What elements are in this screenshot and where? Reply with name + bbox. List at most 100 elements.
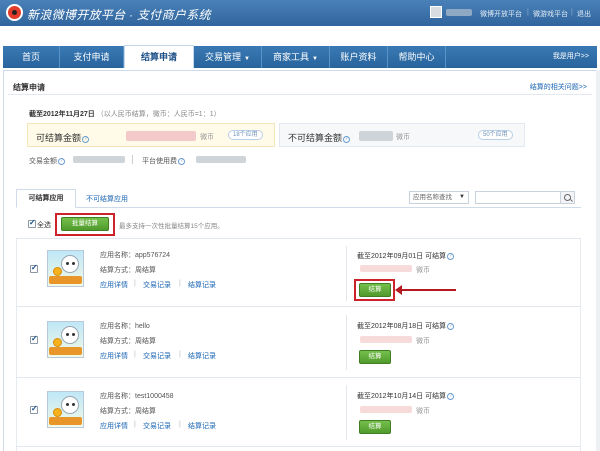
nav-item-merchant-tools[interactable]: 商家工具 ▼ bbox=[262, 46, 330, 68]
unsettleable-unit: 微币 bbox=[396, 134, 410, 141]
app-detail-link[interactable]: 应用详情 bbox=[100, 351, 128, 361]
settle-date: 截至2012年09月01日 可结算? bbox=[357, 251, 455, 261]
app-title: 新浪微博开放平台 · 支付商户系统 bbox=[27, 8, 211, 22]
help-icon[interactable]: ? bbox=[447, 253, 455, 260]
currency-note: （以人民币结算，微币：人民币=1：1） bbox=[96, 111, 221, 118]
link-weibo-open-platform[interactable]: 微博开放平台 bbox=[480, 9, 522, 19]
link-separator: | bbox=[179, 280, 181, 287]
unsettleable-amount-box: 不可结算金额? 微币 50个应用 bbox=[279, 123, 525, 147]
unsettleable-app-count-badge[interactable]: 50个应用 bbox=[478, 130, 513, 140]
scrollbar[interactable] bbox=[596, 70, 600, 451]
settle-button[interactable]: 结算 bbox=[359, 420, 391, 434]
annotation-arrow-icon bbox=[395, 285, 456, 295]
help-icon[interactable]: ? bbox=[447, 323, 455, 330]
tab-unsettleable-apps[interactable]: 不可结算应用 bbox=[86, 194, 128, 204]
nav-item-label: 结算申请 bbox=[140, 52, 177, 62]
help-icon[interactable]: ? bbox=[343, 136, 351, 143]
trade-records-link[interactable]: 交易记录 bbox=[143, 280, 171, 290]
settleable-amount-box: 可结算金额? 微币 18个应用 bbox=[27, 123, 275, 147]
settle-button[interactable]: 结算 bbox=[359, 350, 391, 364]
nav-item-label: 交易管理 bbox=[205, 52, 242, 62]
nav-item-home[interactable]: 首页 bbox=[3, 46, 60, 68]
column-divider bbox=[346, 246, 347, 301]
platform-fee-redacted bbox=[196, 156, 246, 163]
row-divider bbox=[16, 446, 581, 447]
app-thumbnail-icon[interactable] bbox=[47, 321, 84, 358]
app-name: 应用名称：app576724 bbox=[100, 252, 171, 259]
user-avatar[interactable] bbox=[430, 6, 442, 18]
link-separator: | bbox=[134, 351, 136, 358]
select-all-label: 全选 bbox=[37, 222, 51, 229]
app-row-checkbox[interactable] bbox=[30, 263, 38, 273]
top-bar: 新浪微博开放平台 · 支付商户系统 微博开放平台 | 微游戏平台 | 退出 bbox=[0, 0, 600, 26]
nav-user-link[interactable]: 我是用户>> bbox=[553, 46, 589, 68]
help-icon[interactable]: ? bbox=[447, 393, 455, 400]
nav-item-settlement-apply[interactable]: 结算申请 bbox=[124, 45, 194, 68]
nav-item-label: 首页 bbox=[21, 52, 40, 62]
link-separator: | bbox=[179, 351, 181, 358]
settle-unit: 微币 bbox=[416, 267, 430, 274]
settleable-label: 可结算金额? bbox=[36, 131, 90, 144]
column-divider bbox=[346, 315, 347, 370]
row-divider bbox=[16, 238, 581, 239]
app-thumbnail-icon[interactable] bbox=[47, 391, 84, 428]
settle-unit: 微币 bbox=[416, 408, 430, 415]
trade-amount-label: 交易金额? bbox=[29, 156, 65, 166]
link-separator: | bbox=[179, 421, 181, 428]
platform-fee-label: 平台使用费? bbox=[142, 156, 185, 166]
settle-mode: 结算方式：周结算 bbox=[100, 338, 156, 345]
unsettleable-label: 不可结算金额? bbox=[288, 131, 351, 144]
fee-separator bbox=[132, 155, 133, 164]
main-nav: 首页 支付申请 结算申请 交易管理 ▼ 商家工具 ▼ 账户资料 帮助中心 我是用户>… bbox=[3, 45, 597, 68]
settle-amount-redacted bbox=[360, 406, 412, 413]
settle-records-link[interactable]: 结算记录 bbox=[188, 280, 216, 290]
trade-amount-redacted bbox=[73, 156, 125, 163]
help-icon[interactable]: ? bbox=[178, 158, 185, 165]
chevron-down-icon: ▼ bbox=[459, 194, 465, 200]
app-row-checkbox[interactable] bbox=[30, 404, 38, 414]
select-all-checkbox[interactable] bbox=[28, 218, 36, 228]
chevron-down-icon: ▼ bbox=[244, 56, 250, 62]
help-icon[interactable]: ? bbox=[82, 136, 90, 143]
nav-item-label: 账户资料 bbox=[340, 52, 377, 62]
nav-item-account-info[interactable]: 账户资料 bbox=[330, 46, 388, 68]
settleable-unit: 微币 bbox=[200, 134, 214, 141]
app-thumbnail-icon[interactable] bbox=[47, 250, 84, 287]
username-redacted bbox=[446, 9, 472, 16]
settle-date: 截至2012年10月14日 可结算? bbox=[357, 391, 455, 401]
nav-item-label: 商家工具 bbox=[273, 52, 310, 62]
settle-button[interactable]: 结算 bbox=[359, 283, 391, 297]
trade-records-link[interactable]: 交易记录 bbox=[143, 351, 171, 361]
settle-records-link[interactable]: 结算记录 bbox=[188, 421, 216, 431]
link-separator: | bbox=[134, 280, 136, 287]
settle-unit: 微币 bbox=[416, 338, 430, 345]
row-divider bbox=[16, 306, 581, 307]
search-icon[interactable] bbox=[561, 191, 575, 204]
link-game-platform[interactable]: 微游戏平台 bbox=[533, 9, 568, 19]
search-field-select[interactable]: 应用名称查找 ▼ bbox=[409, 191, 469, 204]
nav-item-label: 帮助中心 bbox=[398, 52, 435, 62]
app-name: 应用名称：test1000458 bbox=[100, 393, 174, 400]
search-input[interactable] bbox=[475, 191, 561, 204]
settleable-app-count-badge[interactable]: 18个应用 bbox=[228, 130, 263, 140]
tab-settleable-apps[interactable]: 可结算应用 bbox=[16, 189, 76, 208]
column-divider bbox=[346, 385, 347, 440]
nav-item-trade-management[interactable]: 交易管理 ▼ bbox=[194, 46, 262, 68]
settlement-help-link[interactable]: 结算的相关问题>> bbox=[530, 82, 587, 92]
app-detail-link[interactable]: 应用详情 bbox=[100, 280, 128, 290]
nav-item-help-center[interactable]: 帮助中心 bbox=[388, 46, 446, 68]
search-select-value: 应用名称查找 bbox=[413, 194, 452, 201]
app-detail-link[interactable]: 应用详情 bbox=[100, 421, 128, 431]
settle-records-link[interactable]: 结算记录 bbox=[188, 351, 216, 361]
trade-records-link[interactable]: 交易记录 bbox=[143, 421, 171, 431]
nav-item-payment-apply[interactable]: 支付申请 bbox=[60, 46, 124, 68]
chevron-down-icon: ▼ bbox=[312, 56, 318, 62]
help-icon[interactable]: ? bbox=[58, 158, 65, 165]
weibo-logo-icon bbox=[6, 4, 23, 21]
settle-amount-redacted bbox=[360, 265, 412, 272]
batch-settle-button[interactable]: 批量结算 bbox=[61, 217, 109, 231]
logout-link[interactable]: 退出 bbox=[577, 9, 591, 19]
unsettleable-amount-redacted bbox=[359, 131, 393, 141]
app-row-checkbox[interactable] bbox=[30, 334, 38, 344]
settle-mode: 结算方式：周结算 bbox=[100, 267, 156, 274]
